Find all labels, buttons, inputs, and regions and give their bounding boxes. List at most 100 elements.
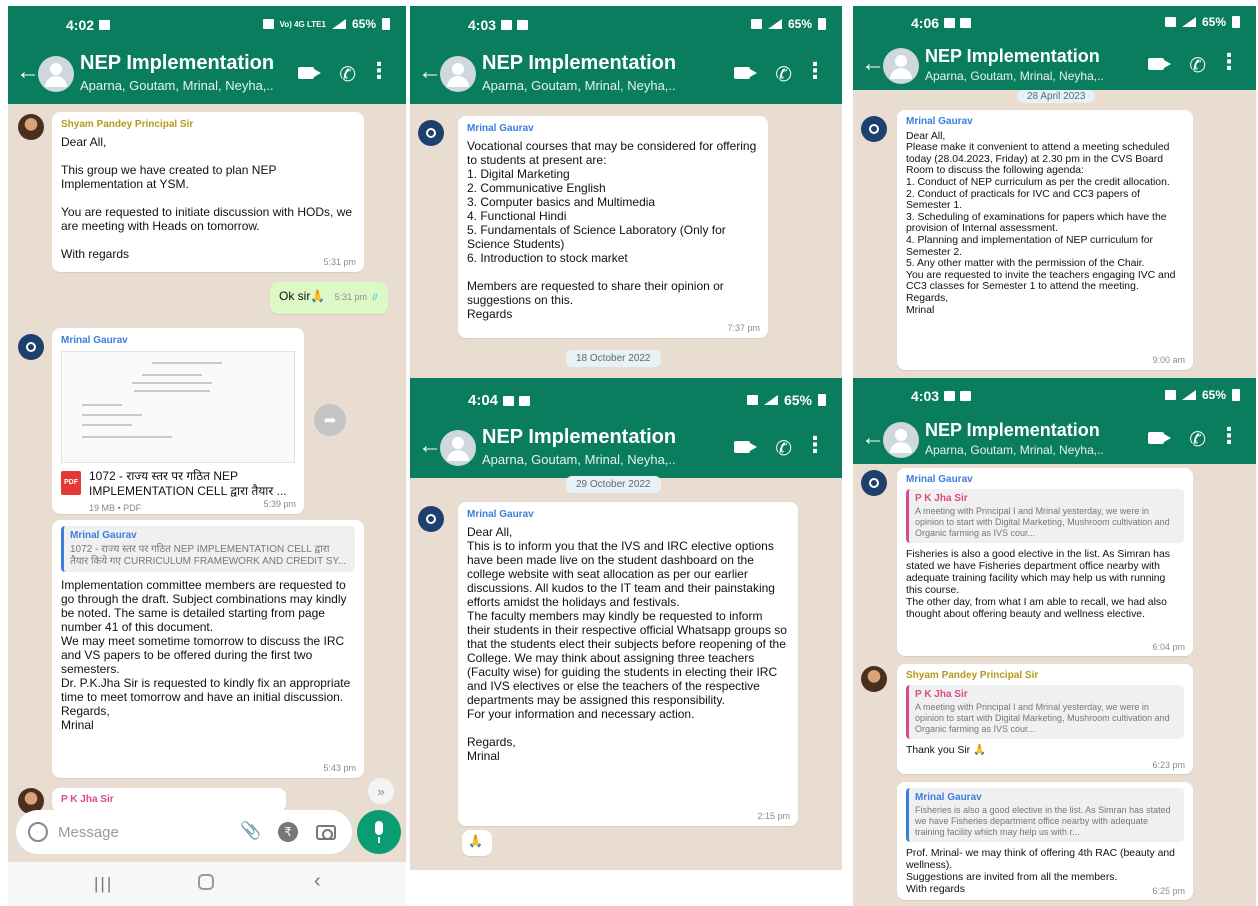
message-text: Dear All, This is to inform you that the…	[467, 525, 787, 763]
chat-header: ← NEP Implementation Aparna, Goutam, Mri…	[410, 418, 842, 478]
payment-icon[interactable]: ₹	[278, 822, 298, 842]
more-options-icon[interactable]: ⋮	[1218, 425, 1240, 447]
group-title[interactable]: NEP Implementation	[482, 52, 676, 75]
date-divider: 18 October 2022	[566, 350, 661, 367]
notification-icon	[519, 395, 531, 406]
message-input[interactable]	[58, 821, 218, 843]
sender-avatar[interactable]	[18, 114, 44, 140]
message-bubble[interactable]: Mrinal Gaurav Dear All, Please make it c…	[897, 110, 1193, 370]
reply-message-bubble[interactable]: Shyam Pandey Principal Sir P K Jha Sir A…	[897, 664, 1193, 774]
chat-header: ← NEP Implementation Aparna, Goutam, Mri…	[853, 40, 1256, 90]
alarm-icon	[1164, 390, 1176, 400]
group-members[interactable]: Aparna, Goutam, Mrinal, Neyha,..	[925, 69, 1104, 83]
voice-call-icon[interactable]: ✆	[1189, 427, 1206, 452]
message-bubble[interactable]: P K Jha Sir	[52, 788, 286, 812]
group-members[interactable]: Aparna, Goutam, Mrinal, Neyha,..	[925, 443, 1104, 457]
more-options-icon[interactable]: ⋮	[368, 60, 390, 82]
quoted-text: Fisheries is also a good elective in the…	[915, 805, 1171, 837]
quoted-message[interactable]: P K Jha Sir A meeting with Principal I a…	[906, 489, 1184, 543]
home-icon[interactable]	[198, 874, 214, 890]
signal-icon	[767, 19, 782, 29]
back-arrow-icon[interactable]: ←	[16, 60, 40, 84]
voice-call-icon[interactable]: ✆	[339, 62, 356, 87]
back-arrow-icon[interactable]: ←	[418, 434, 442, 458]
group-avatar-icon[interactable]	[440, 430, 476, 466]
message-bubble[interactable]: Mrinal Gaurav Vocational courses that ma…	[458, 116, 768, 338]
chat-screen-1: 4:02 Vo) 4G LTE1 65% ← NEP Implementation…	[8, 6, 406, 906]
sender-avatar[interactable]	[861, 116, 887, 142]
group-title[interactable]: NEP Implementation	[925, 46, 1100, 67]
back-arrow-icon[interactable]: ←	[418, 60, 442, 84]
message-time: 6:25 pm	[1152, 886, 1185, 896]
chat-screen-2: 4:03 65% ← NEP Implementation Aparna, Go…	[410, 6, 842, 378]
message-time: 6:23 pm	[1152, 760, 1185, 770]
quoted-message[interactable]: P K Jha Sir A meeting with Principal I a…	[906, 685, 1184, 739]
recent-apps-icon[interactable]: |||	[94, 874, 113, 894]
pdf-attachment[interactable]: PDF 1072 - राज्य स्तर पर गठित NEP IMPLEM…	[61, 469, 295, 515]
sender-name: Mrinal Gaurav	[467, 509, 534, 520]
reply-message-bubble[interactable]: Mrinal Gaurav 1072 - राज्य स्तर पर गठित …	[52, 520, 364, 778]
group-title[interactable]: NEP Implementation	[80, 52, 274, 75]
message-time: 5:43 pm	[323, 763, 356, 773]
microphone-icon[interactable]	[357, 810, 401, 854]
reaction-bubble[interactable]: 🙏	[462, 830, 492, 856]
reply-message-bubble[interactable]: Mrinal Gaurav P K Jha Sir A meeting with…	[897, 468, 1193, 656]
battery-percent: 65%	[1201, 15, 1226, 29]
message-text: Vocational courses that may be considere…	[467, 139, 757, 321]
sender-name: P K Jha Sir	[61, 794, 114, 805]
video-call-icon[interactable]	[734, 67, 757, 79]
quoted-message[interactable]: Mrinal Gaurav 1072 - राज्य स्तर पर गठित …	[61, 526, 355, 572]
video-call-icon[interactable]	[298, 67, 321, 79]
group-title[interactable]: NEP Implementation	[925, 420, 1100, 441]
video-call-icon[interactable]	[1148, 432, 1171, 444]
group-avatar-icon[interactable]	[440, 56, 476, 92]
network-label: Vo) 4G LTE1	[279, 19, 326, 29]
system-nav-bar: ||| ‹	[8, 862, 406, 906]
signal-icon	[1181, 390, 1196, 400]
group-avatar-icon[interactable]	[883, 422, 919, 458]
reply-message-bubble[interactable]: Mrinal Gaurav Fisheries is also a good e…	[897, 782, 1193, 900]
group-avatar-icon[interactable]	[883, 48, 919, 84]
group-members[interactable]: Aparna, Goutam, Mrinal, Neyha,..	[482, 452, 676, 467]
alarm-icon	[262, 19, 274, 29]
message-time: 7:37 pm	[727, 323, 760, 333]
message-bubble[interactable]: Mrinal Gaurav Dear All, This is to infor…	[458, 502, 798, 826]
attach-icon[interactable]: 📎	[240, 821, 261, 841]
voice-call-icon[interactable]: ✆	[775, 62, 792, 87]
group-members[interactable]: Aparna, Goutam, Mrinal, Neyha,..	[482, 78, 676, 93]
document-message-bubble[interactable]: Mrinal Gaurav PDF 1072 - राज्य स्तर पर ग…	[52, 328, 304, 514]
nav-back-icon[interactable]: ‹	[314, 870, 321, 893]
message-text: Ok sir	[279, 289, 311, 303]
group-avatar-icon[interactable]	[38, 56, 74, 92]
forward-icon[interactable]: ➦	[314, 404, 346, 436]
camera-icon[interactable]	[316, 825, 336, 840]
emoji-icon[interactable]	[28, 822, 48, 842]
sender-avatar[interactable]	[418, 506, 444, 532]
quoted-text: A meeting with Principal I and Mrinal ye…	[915, 506, 1170, 538]
back-arrow-icon[interactable]: ←	[861, 52, 885, 76]
outgoing-message-bubble[interactable]: Ok sir🙏 5:31 pm //	[270, 282, 388, 314]
date-divider: 29 October 2022	[566, 476, 661, 493]
sender-avatar[interactable]	[861, 470, 887, 496]
battery-icon	[1232, 16, 1240, 28]
quoted-message[interactable]: Mrinal Gaurav Fisheries is also a good e…	[906, 788, 1184, 842]
sender-avatar[interactable]	[418, 120, 444, 146]
voice-call-icon[interactable]: ✆	[775, 436, 792, 461]
voice-call-icon[interactable]: ✆	[1189, 53, 1206, 78]
video-call-icon[interactable]	[734, 441, 757, 453]
message-bubble[interactable]: Shyam Pandey Principal Sir Dear All, Thi…	[52, 112, 364, 272]
video-call-icon[interactable]	[1148, 58, 1171, 70]
sender-name: Mrinal Gaurav	[906, 474, 973, 485]
back-arrow-icon[interactable]: ←	[861, 426, 885, 450]
group-members[interactable]: Aparna, Goutam, Mrinal, Neyha,..	[80, 78, 274, 93]
document-preview[interactable]	[61, 351, 295, 463]
more-options-icon[interactable]: ⋮	[1218, 51, 1240, 73]
sender-avatar[interactable]	[861, 666, 887, 692]
group-title[interactable]: NEP Implementation	[482, 426, 676, 449]
sender-name: Mrinal Gaurav	[467, 123, 534, 134]
sender-avatar[interactable]	[18, 334, 44, 360]
more-options-icon[interactable]: ⋮	[804, 60, 826, 82]
message-text: Dear All, Please make it convenient to a…	[906, 130, 1176, 316]
more-options-icon[interactable]: ⋮	[804, 434, 826, 456]
scroll-down-icon[interactable]: »	[368, 778, 394, 804]
